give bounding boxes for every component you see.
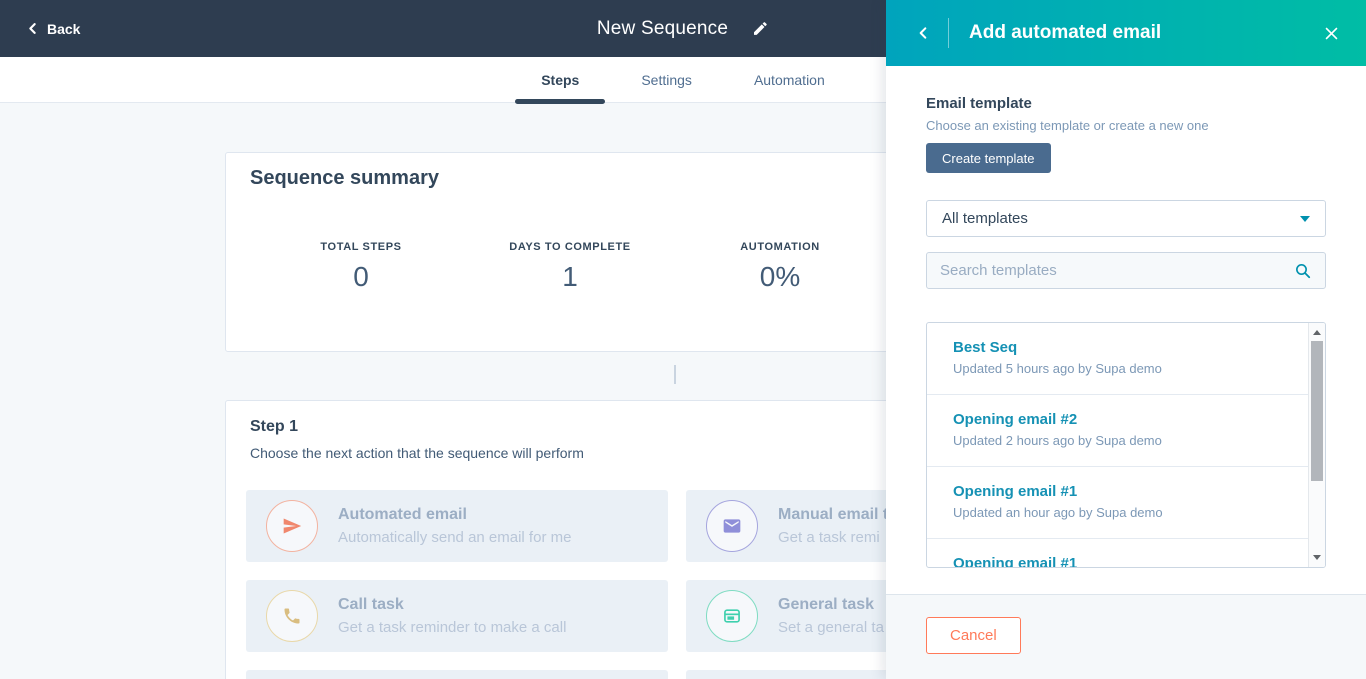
- template-item-best-seq[interactable]: Best Seq Updated 5 hours ago by Supa dem…: [927, 323, 1325, 395]
- tab-label: Steps: [541, 72, 580, 88]
- action-tile-automated-email[interactable]: Automated email Automatically send an em…: [246, 490, 668, 562]
- add-automated-email-panel: Add automated email Email template Choos…: [886, 0, 1366, 679]
- chevron-left-icon: [29, 23, 36, 34]
- template-item-opening-email-1b[interactable]: Opening email #1: [927, 539, 1325, 568]
- scroll-up-arrow-icon[interactable]: [1313, 330, 1321, 335]
- template-item-opening-email-2[interactable]: Opening email #2 Updated 2 hours ago by …: [927, 395, 1325, 467]
- action-title: Manual email t: [778, 506, 889, 523]
- template-meta: Updated 5 hours ago by Supa demo: [953, 361, 1162, 376]
- stat-label: AUTOMATION: [740, 241, 820, 253]
- action-text: Call task Get a task reminder to make a …: [338, 596, 566, 636]
- panel-back-button[interactable]: [916, 26, 930, 40]
- selected-filter-value: All templates: [942, 210, 1028, 227]
- template-name: Opening email #1: [953, 555, 1078, 568]
- template-name: Opening email #1: [953, 483, 1078, 500]
- phone-icon: [266, 590, 318, 642]
- stat-label: DAYS TO COMPLETE: [509, 241, 631, 253]
- close-icon: [1325, 27, 1338, 39]
- panel-header: Add automated email: [886, 0, 1366, 66]
- search-templates-field: [926, 252, 1326, 289]
- step-connector-line: [674, 365, 676, 384]
- stat-value: 0: [353, 261, 369, 292]
- panel-close-button[interactable]: [1323, 25, 1340, 42]
- action-text: Automated email Automatically send an em…: [338, 506, 571, 546]
- action-title: General task: [778, 596, 875, 613]
- panel-title: Add automated email: [969, 22, 1162, 43]
- email-template-heading: Email template: [926, 95, 1032, 112]
- stat-value: 1: [562, 261, 578, 292]
- stat-label: TOTAL STEPS: [320, 241, 402, 253]
- search-icon[interactable]: [1294, 262, 1312, 280]
- page-title: New Sequence: [596, 17, 729, 39]
- action-text: Manual email t Get a task remi: [778, 506, 888, 546]
- action-tile-call-task[interactable]: Call task Get a task reminder to make a …: [246, 580, 668, 652]
- tab-label: Settings: [641, 72, 692, 88]
- template-filter-select[interactable]: All templates: [926, 200, 1326, 237]
- action-title: Automated email: [338, 506, 467, 523]
- edit-pencil-icon[interactable]: [752, 20, 769, 37]
- task-icon: [706, 590, 758, 642]
- envelope-icon: [706, 500, 758, 552]
- chevron-down-icon: [1300, 215, 1310, 222]
- summary-title: Sequence summary: [250, 167, 439, 189]
- tab-steps[interactable]: Steps: [515, 57, 606, 104]
- back-label: Back: [47, 20, 81, 37]
- template-item-opening-email-1[interactable]: Opening email #1 Updated an hour ago by …: [927, 467, 1325, 539]
- template-name: Opening email #2: [953, 411, 1078, 428]
- search-templates-input[interactable]: [940, 262, 1294, 279]
- step-subtitle: Choose the next action that the sequence…: [250, 445, 584, 461]
- panel-footer: Cancel: [886, 594, 1366, 679]
- stat-days-to-complete: DAYS TO COMPLETE 1: [509, 241, 630, 293]
- create-template-button[interactable]: Create template: [926, 143, 1051, 173]
- template-meta: Updated an hour ago by Supa demo: [953, 505, 1163, 520]
- email-template-description: Choose an existing template or create a …: [926, 118, 1209, 133]
- action-desc: Get a task reminder to make a call: [338, 619, 567, 636]
- header-divider: [948, 18, 949, 48]
- paper-plane-icon: [266, 500, 318, 552]
- tab-automation[interactable]: Automation: [728, 57, 851, 103]
- step-title: Step 1: [250, 418, 299, 435]
- stat-value: 0%: [759, 261, 801, 292]
- template-list: Best Seq Updated 5 hours ago by Supa dem…: [926, 322, 1326, 568]
- action-desc: Set a general ta: [778, 619, 884, 636]
- cancel-button[interactable]: Cancel: [926, 617, 1021, 654]
- chevron-left-icon: [919, 27, 927, 39]
- scrollbar-thumb[interactable]: [1311, 341, 1323, 481]
- tab-settings[interactable]: Settings: [615, 57, 718, 103]
- action-tile-hidden-left[interactable]: [246, 670, 668, 679]
- list-scrollbar[interactable]: [1308, 323, 1325, 567]
- action-text: General task Set a general ta: [778, 596, 884, 636]
- template-meta: Updated 2 hours ago by Supa demo: [953, 433, 1162, 448]
- action-title: Call task: [338, 596, 404, 613]
- stat-total-steps: TOTAL STEPS 0: [320, 241, 401, 293]
- action-desc: Automatically send an email for me: [338, 529, 572, 546]
- back-button[interactable]: Back: [26, 0, 80, 57]
- template-name: Best Seq: [953, 339, 1018, 356]
- stat-automation: AUTOMATION 0%: [740, 241, 820, 293]
- tab-label: Automation: [753, 72, 825, 88]
- scroll-down-arrow-icon[interactable]: [1313, 555, 1321, 560]
- action-desc: Get a task remi: [778, 529, 880, 546]
- sequence-title-group: New Sequence: [597, 0, 769, 57]
